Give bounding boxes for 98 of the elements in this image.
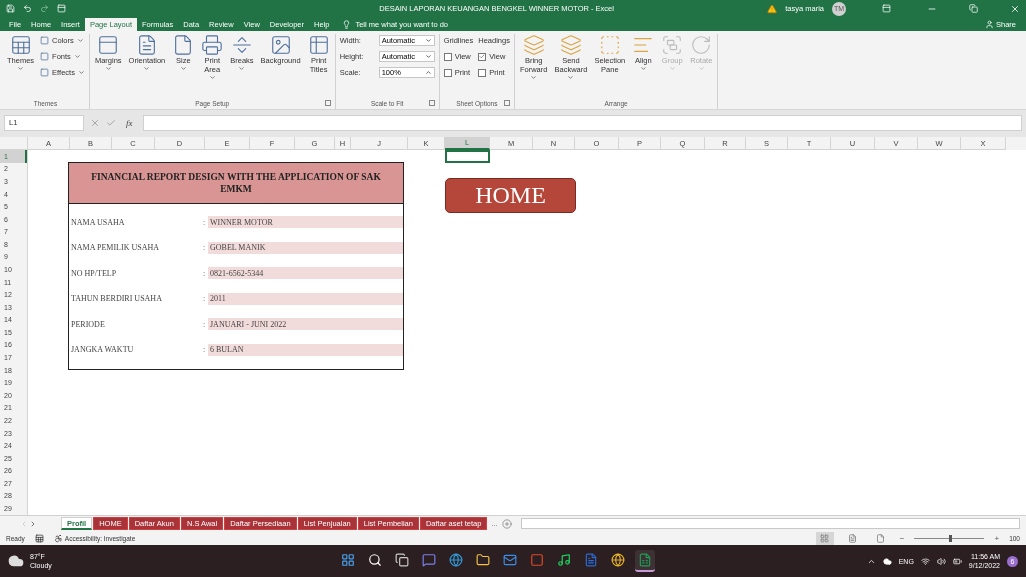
field-value: 6 BULAN [208, 343, 403, 356]
dropdown-caret-icon [668, 65, 676, 72]
start-icon [341, 553, 355, 567]
music-icon [557, 553, 571, 567]
dropdown-caret-icon [238, 65, 246, 72]
undo-icon[interactable] [23, 4, 32, 13]
dialog-launcher-icon[interactable] [324, 100, 331, 106]
page-break-icon [230, 34, 253, 56]
page-icon [848, 533, 858, 543]
view-button[interactable] [815, 531, 834, 545]
lightbulb-icon [342, 20, 352, 29]
layers-icon [522, 34, 545, 56]
dropdown-caret-icon [73, 53, 81, 60]
dropdown-caret-icon [424, 37, 432, 44]
field-label: NO HP/TELP [70, 268, 118, 278]
spinner-icon [424, 69, 432, 76]
dropdown-caret-icon [639, 65, 647, 72]
zoom-out-button[interactable]: − [899, 533, 905, 543]
dropdown-caret-icon [104, 65, 112, 72]
field-value: JANUARI - JUNI 2022 [208, 318, 403, 330]
save-icon[interactable] [6, 4, 15, 13]
page-icon [876, 533, 886, 543]
field-label: NAMA PEMILIK USAHA [70, 243, 160, 252]
accessibility-icon [53, 533, 63, 543]
cloud-icon [8, 553, 24, 569]
form-icon[interactable] [57, 4, 66, 13]
field-separator: : [203, 319, 207, 329]
checkbox[interactable] [443, 52, 452, 61]
square-icon [40, 68, 50, 77]
browser-icon [449, 553, 463, 567]
battery-icon[interactable] [952, 556, 962, 566]
field-label: TAHUN BERDIRI USAHA [70, 294, 163, 303]
dropdown-caret-icon [424, 53, 432, 60]
task-view-icon [395, 553, 409, 567]
margins-icon [97, 34, 120, 56]
dropdown-caret-icon [17, 65, 25, 72]
table-icon [307, 34, 330, 56]
field-value: GOBEL MANIK [208, 241, 403, 254]
volume-icon[interactable] [936, 556, 946, 566]
field-separator: : [203, 243, 207, 252]
table-title: FINANCIAL REPORT DESIGN WITH THE APPLICATION OF SAK EMKM [90, 171, 382, 195]
selected-cell[interactable] [445, 150, 490, 163]
checkbox[interactable] [443, 68, 452, 77]
field-separator: : [203, 294, 207, 303]
document-icon [584, 553, 598, 567]
zoom-in-button[interactable]: + [994, 533, 1000, 543]
printer-icon [201, 34, 224, 56]
ribbon-display-icon[interactable] [882, 4, 891, 13]
rotate-icon [690, 34, 713, 56]
checkbox[interactable] [478, 52, 487, 61]
group-icon [661, 34, 684, 56]
checkbox[interactable] [478, 68, 487, 77]
macro-icon[interactable] [34, 533, 44, 543]
selection-icon [598, 34, 621, 56]
next-sheet-icon[interactable] [29, 519, 37, 528]
wifi-icon[interactable] [920, 556, 930, 566]
dropdown-caret-icon [697, 65, 705, 72]
dialog-launcher-icon[interactable] [428, 100, 435, 106]
field-label: JANGKA WAKTU [70, 345, 135, 354]
search-icon [368, 553, 382, 567]
folder-icon [476, 553, 490, 567]
dropdown-caret-icon [77, 69, 85, 76]
grid-icon [820, 533, 830, 543]
person-icon [985, 20, 994, 29]
dropdown-caret-icon [567, 74, 575, 81]
field-value: 0821-6562-5344 [208, 267, 403, 279]
cloud-icon[interactable] [882, 556, 892, 566]
field-separator: : [203, 217, 207, 227]
warning-icon[interactable] [767, 3, 778, 14]
formula-input[interactable] [142, 114, 1022, 131]
zoom-thumb[interactable] [949, 534, 953, 542]
field-value: WINNER MOTOR [208, 216, 403, 228]
field-label: PERIODE [70, 319, 106, 329]
mail-icon [503, 553, 517, 567]
insert-function-button[interactable]: fx [122, 117, 137, 128]
field-label: NAMA USAHA [70, 217, 126, 227]
dropdown-caret-icon [179, 65, 187, 72]
home-button[interactable]: HOME [445, 178, 576, 213]
square-icon [40, 36, 50, 45]
close-icon[interactable] [1010, 3, 1020, 14]
horizontal-scrollbar[interactable] [520, 518, 1020, 529]
dialog-launcher-icon[interactable] [503, 100, 510, 106]
layers-icon [559, 34, 582, 56]
dropdown-caret-icon [76, 37, 84, 44]
dropdown-caret-icon [530, 74, 538, 81]
browser-icon [611, 553, 625, 567]
picture-icon [269, 34, 292, 56]
themes-icon [9, 34, 32, 56]
chat-icon [422, 553, 436, 567]
field-separator: : [203, 268, 207, 278]
taskbar-button[interactable] [635, 550, 655, 572]
field-separator: : [203, 345, 207, 354]
restore-icon[interactable] [969, 4, 978, 13]
dropdown-caret-icon [143, 65, 151, 72]
dropdown-caret-icon [208, 74, 216, 81]
spreadsheet-icon [638, 553, 652, 567]
square-icon [40, 52, 50, 61]
field-value: 2011 [208, 292, 403, 305]
